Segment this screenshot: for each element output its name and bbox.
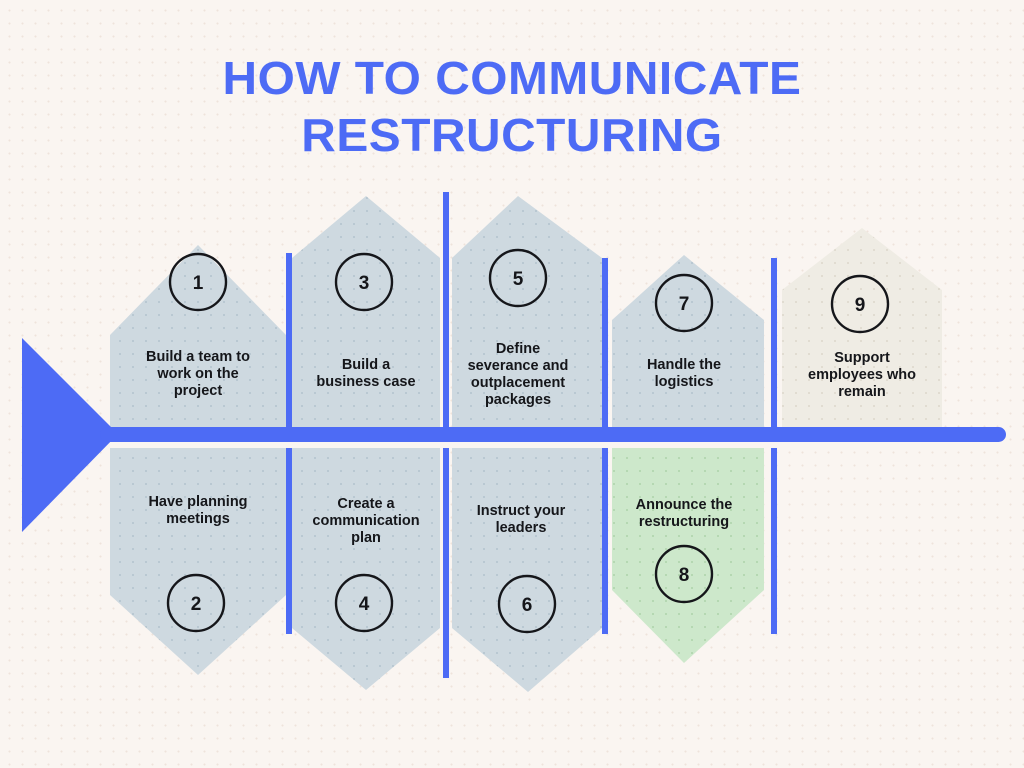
node-4-texture: [292, 448, 440, 690]
node-5-number: 5: [513, 269, 524, 290]
spine-line: [100, 427, 1006, 442]
node-4-label-line-1: Create a: [337, 496, 395, 512]
node-8-label-line-1: Announce the: [636, 497, 733, 513]
node-3-texture: [292, 196, 440, 428]
node-9-label-line-3: remain: [838, 384, 886, 400]
node-7-label-line-2: logistics: [655, 374, 714, 390]
connector-bar-top-1: [286, 253, 292, 428]
node-6-texture: [452, 448, 602, 692]
node-9-label-line-2: employees who: [808, 367, 916, 383]
connector-bar-bottom-3: [602, 448, 608, 634]
node-3-label-line-1: Build a: [342, 357, 391, 373]
node-5[interactable]: 5 Define severance and outplacement pack…: [452, 196, 602, 428]
node-4-label-line-2: communication: [312, 513, 419, 529]
connector-bar-bottom-4: [771, 448, 777, 634]
node-8[interactable]: Announce the restructuring 8: [612, 448, 764, 663]
node-9-number: 9: [855, 295, 866, 316]
node-6-label-line-2: leaders: [496, 520, 547, 536]
node-8-texture: [612, 448, 764, 663]
node-6[interactable]: Instruct your leaders 6: [452, 448, 602, 692]
node-7-label-line-1: Handle the: [647, 357, 721, 373]
node-6-label-line-1: Instruct your: [477, 503, 566, 519]
node-6-number: 6: [522, 595, 533, 616]
node-2-label-line-2: meetings: [166, 511, 230, 527]
connector-bar-top-4: [771, 258, 777, 428]
node-9-label-line-1: Support: [834, 350, 890, 366]
node-9[interactable]: 9 Support employees who remain: [782, 228, 942, 428]
node-2-texture: [110, 448, 286, 675]
node-4[interactable]: Create a communication plan 4: [292, 448, 440, 690]
node-5-label-line-2: severance and: [468, 358, 569, 374]
node-7-number: 7: [679, 294, 690, 315]
node-4-number: 4: [359, 594, 370, 615]
node-3[interactable]: 3 Build a business case: [292, 196, 440, 428]
node-7-texture: [612, 255, 764, 428]
node-5-label-line-1: Define: [496, 341, 540, 357]
node-7[interactable]: 7 Handle the logistics: [612, 255, 764, 428]
page-title-line-2: RESTRUCTURING: [301, 109, 723, 161]
node-8-number: 8: [679, 565, 690, 586]
node-4-label-line-3: plan: [351, 530, 381, 546]
node-1-label-line-2: work on the: [156, 366, 238, 382]
node-1-label-line-3: project: [174, 383, 223, 399]
node-1[interactable]: 1 Build a team to work on the project: [110, 245, 286, 428]
infographic-canvas: HOW TO COMMUNICATE RESTRUCTURING 1 Build…: [0, 0, 1024, 768]
page-title: HOW TO COMMUNICATE RESTRUCTURING: [0, 50, 1024, 164]
node-2-label-line-1: Have planning: [148, 494, 247, 510]
node-3-number: 3: [359, 273, 370, 294]
node-1-number: 1: [193, 273, 204, 294]
node-5-label-line-4: packages: [485, 392, 551, 408]
node-8-label-line-2: restructuring: [639, 514, 729, 530]
node-3-label-line-2: business case: [316, 374, 415, 390]
node-1-label-line-1: Build a team to: [146, 349, 250, 365]
node-2[interactable]: Have planning meetings 2: [110, 448, 286, 675]
connector-bar-top-3: [602, 258, 608, 428]
node-2-number: 2: [191, 594, 202, 615]
connector-bar-top-2: [443, 192, 449, 428]
connector-bar-bottom-2: [443, 448, 449, 678]
node-5-label-line-3: outplacement: [471, 375, 565, 391]
connector-bar-bottom-1: [286, 448, 292, 634]
page-title-line-1: HOW TO COMMUNICATE: [222, 52, 802, 104]
